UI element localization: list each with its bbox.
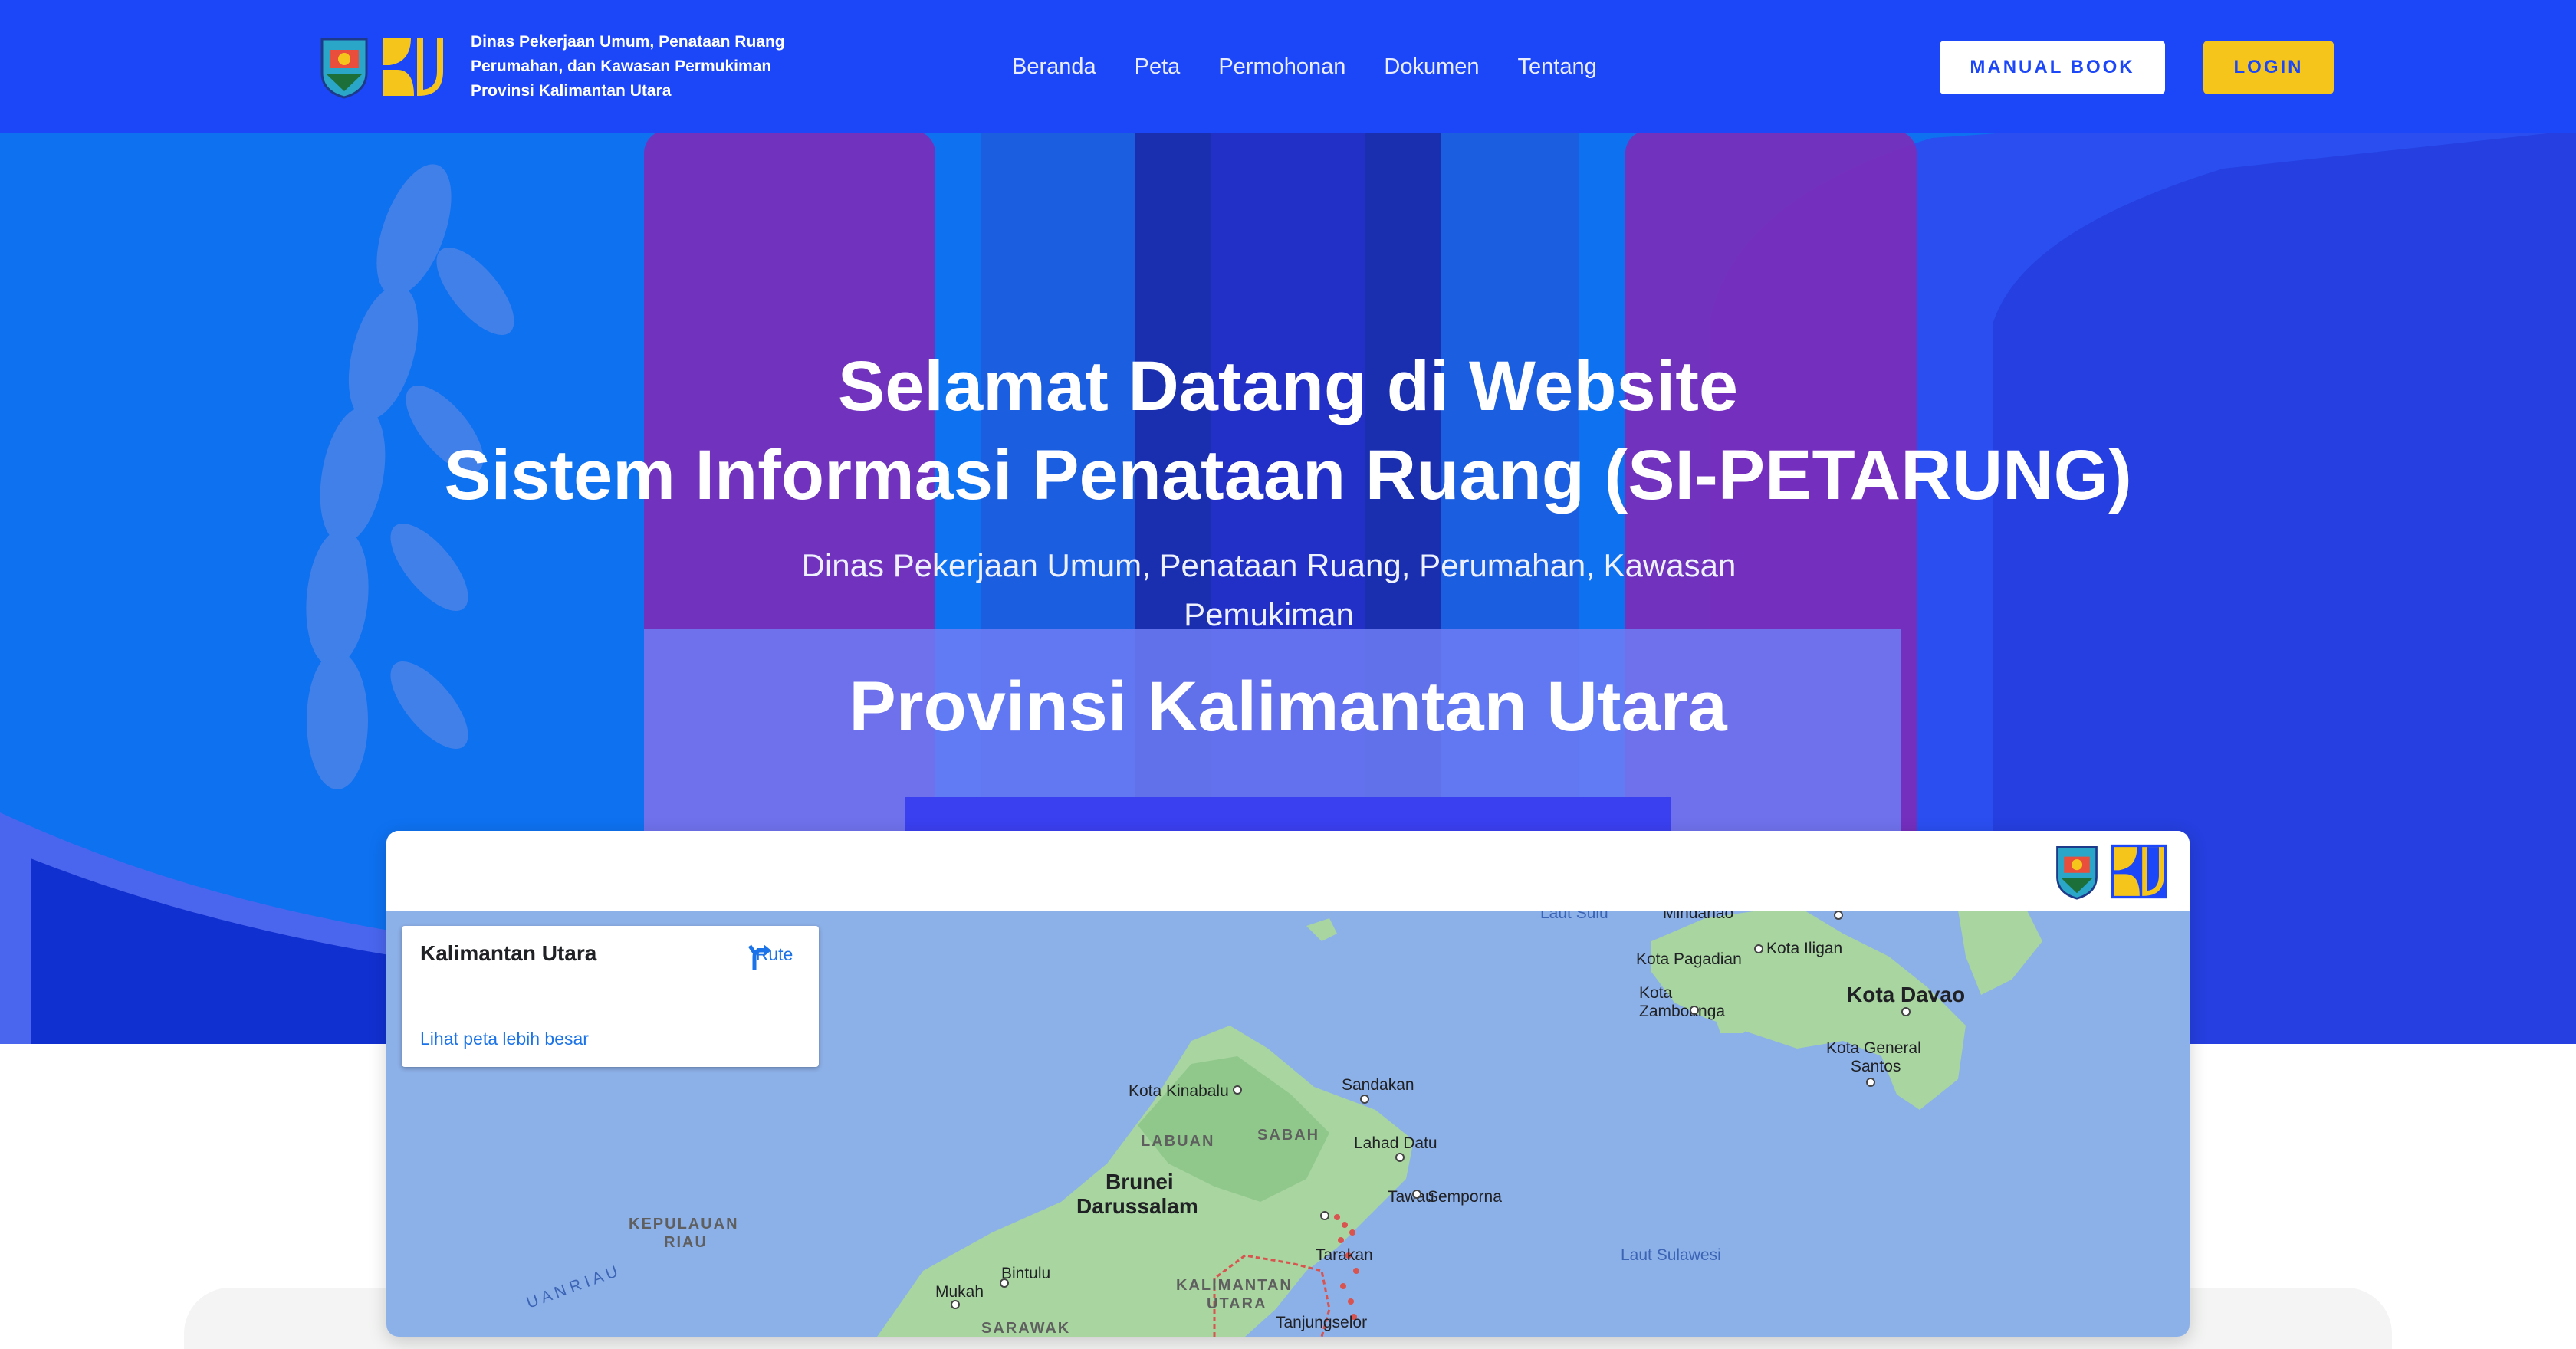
map-label: Santos: [1851, 1058, 1901, 1075]
map-label: Sandakan: [1342, 1076, 1414, 1094]
map-label: Kota Pagadian: [1636, 950, 1742, 968]
hero-title-line-2: Sistem Informasi Penataan Ruang (SI-PETA…: [444, 436, 2132, 514]
top-navbar: Dinas Pekerjaan Umum, Penataan Ruang Per…: [0, 0, 2576, 133]
city-marker: [1233, 1085, 1242, 1095]
map-label: SARAWAK: [981, 1320, 1071, 1337]
map-label: Semporna: [1428, 1188, 1502, 1206]
city-marker: [1395, 1153, 1405, 1162]
province-emblem-icon: [2056, 845, 2098, 900]
view-larger-map-link[interactable]: Lihat peta lebih besar: [420, 1029, 589, 1049]
brand-line-1: Dinas Pekerjaan Umum, Penataan Ruang: [471, 33, 785, 51]
login-button[interactable]: LOGIN: [2203, 41, 2334, 94]
city-marker: [1412, 1190, 1421, 1199]
map-label: Zamboanga: [1639, 1003, 1726, 1020]
map-info-box: Kalimantan Utara Rute Lihat peta lebih b…: [402, 926, 819, 1067]
map-label: Kota Davao: [1847, 983, 1966, 1006]
brand-text: Dinas Pekerjaan Umum, Penataan Ruang Per…: [471, 31, 785, 102]
province-emblem-icon: [320, 38, 368, 99]
map-label: Laut Sulu: [1540, 911, 1608, 922]
pu-logo-icon: [2111, 844, 2167, 899]
hero-province: Provinsi Kalimantan Utara: [849, 668, 1727, 746]
hero-subtitle: Dinas Pekerjaan Umum, Penataan Ruang, Pe…: [801, 547, 1737, 632]
map-label: Tarakan: [1316, 1246, 1373, 1264]
city-marker: [1754, 944, 1763, 953]
nav-permohonan[interactable]: Permohonan: [1218, 48, 1346, 86]
map-label: Kota: [1639, 984, 1673, 1002]
nav-tentang[interactable]: Tentang: [1518, 48, 1597, 86]
map-label: RIAU: [664, 1234, 708, 1251]
brand[interactable]: Dinas Pekerjaan Umum, Penataan Ruang Per…: [319, 31, 785, 102]
city-marker: [1320, 1211, 1329, 1220]
city-marker: [1360, 1095, 1369, 1104]
nav-beranda[interactable]: Beranda: [1012, 48, 1096, 86]
map-label: LABUAN: [1141, 1133, 1215, 1150]
city-marker: [1834, 911, 1843, 920]
city-marker: [951, 1300, 960, 1309]
map-card-header: [386, 831, 2190, 911]
map-card: Kalimantan Utara Rute Lihat peta lebih b…: [386, 831, 2190, 1337]
city-marker: [1866, 1078, 1875, 1087]
map-label: Mindanao: [1663, 911, 1734, 922]
city-marker: [1000, 1278, 1009, 1288]
map-label: Lahad Datu: [1354, 1134, 1438, 1152]
route-button[interactable]: Rute: [745, 941, 803, 970]
map-label: Kota Iligan: [1766, 940, 1843, 957]
map-label: Mukah: [935, 1283, 984, 1301]
map-label: Kota General: [1826, 1039, 1921, 1057]
map-label: UTARA: [1207, 1295, 1267, 1312]
map-label: Darussalam: [1076, 1194, 1198, 1218]
pu-logo-icon: [380, 34, 446, 99]
map-label: Laut Sulawesi: [1621, 1246, 1721, 1264]
map-label: Bintulu: [1001, 1265, 1051, 1282]
city-marker: [1690, 1006, 1699, 1015]
main-nav: Beranda Peta Permohonan Dokumen Tentang: [1012, 48, 1597, 86]
nav-dokumen[interactable]: Dokumen: [1384, 48, 1479, 86]
brand-line-3: Provinsi Kalimantan Utara: [471, 82, 672, 100]
hero-title-line-1: Selamat Datang di Website: [837, 347, 1739, 425]
nav-peta[interactable]: Peta: [1135, 48, 1181, 86]
map-label: KALIMANTAN: [1176, 1277, 1293, 1294]
map-label: Kota Kinabalu: [1129, 1082, 1229, 1100]
brand-line-2: Perumahan, dan Kawasan Permukiman: [471, 57, 772, 75]
embedded-map[interactable]: Kalimantan Utara Rute Lihat peta lebih b…: [386, 911, 2190, 1337]
map-label: KEPULAUAN: [629, 1216, 739, 1232]
map-label: Tanjungselor: [1276, 1314, 1368, 1331]
directions-icon: [748, 944, 771, 970]
map-place-title: Kalimantan Utara: [420, 941, 597, 965]
map-label: Brunei: [1106, 1170, 1174, 1193]
city-marker: [1901, 1007, 1911, 1016]
manual-book-button[interactable]: MANUAL BOOK: [1940, 41, 2165, 94]
map-label: SABAH: [1257, 1127, 1320, 1144]
